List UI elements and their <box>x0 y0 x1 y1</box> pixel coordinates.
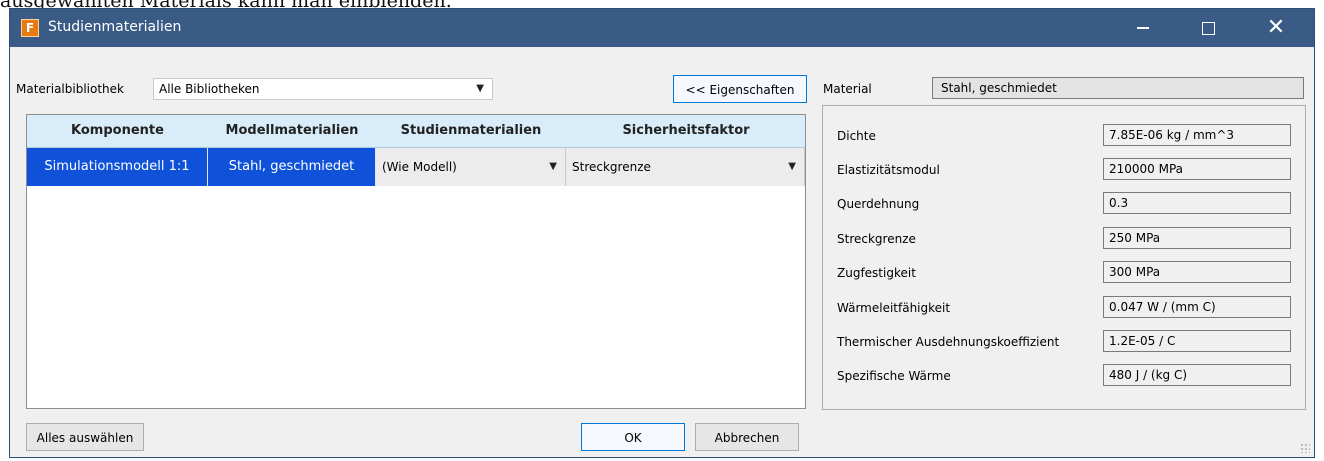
study-material-select[interactable]: (Wie Modell) ▼ <box>376 148 566 186</box>
property-value-yield-strength: 250 MPa <box>1103 227 1291 249</box>
close-icon: ✕ <box>1266 15 1286 40</box>
library-select[interactable]: Alle Bibliotheken ▼ <box>153 78 493 100</box>
column-header-component[interactable]: Komponente <box>27 115 208 147</box>
safety-factor-value: Streckgrenze <box>572 160 651 174</box>
window-title: Studienmaterialien <box>48 19 182 35</box>
material-label: Material <box>823 82 872 96</box>
maximize-icon <box>1201 21 1215 35</box>
properties-toggle-button[interactable]: << Eigenschaften <box>673 75 807 103</box>
material-name-field: Stahl, geschmiedet <box>932 77 1304 99</box>
maximize-button[interactable] <box>1178 9 1238 47</box>
property-value-specific-heat: 480 J / (kg C) <box>1103 364 1291 386</box>
property-label-thermal-expansion: Thermischer Ausdehnungskoeffizient <box>837 335 1060 349</box>
property-label-tensile-strength: Zugfestigkeit <box>837 266 916 280</box>
library-label: Materialbibliothek <box>16 82 124 96</box>
dialog-window: F Studienmaterialien ✕ Materialbibliothe… <box>9 8 1315 458</box>
property-value-thermal-expansion: 1.2E-05 / C <box>1103 330 1291 352</box>
cell-model-material[interactable]: Stahl, geschmiedet <box>208 148 376 186</box>
library-selected-value: Alle Bibliotheken <box>159 82 260 96</box>
cancel-button[interactable]: Abbrechen <box>695 423 799 451</box>
property-value-tensile-strength: 300 MPa <box>1103 261 1291 283</box>
resize-grip[interactable] <box>1300 443 1310 453</box>
table-row[interactable]: Simulationsmodell 1:1 Stahl, geschmiedet… <box>27 148 805 186</box>
title-bar[interactable]: F Studienmaterialien ✕ <box>10 9 1314 47</box>
property-label-poisson-ratio: Querdehnung <box>837 197 920 211</box>
property-value-poisson-ratio: 0.3 <box>1103 192 1291 214</box>
chevron-down-icon: ▼ <box>549 161 557 172</box>
property-label-specific-heat: Spezifische Wärme <box>837 369 951 383</box>
caption-text: ausgewählten Materials kann man einblend… <box>0 0 452 12</box>
column-header-safety-factor[interactable]: Sicherheitsfaktor <box>566 115 806 147</box>
property-label-density: Dichte <box>837 129 876 143</box>
minimize-icon <box>1137 27 1149 29</box>
property-value-elastic-modulus: 210000 MPa <box>1103 158 1291 180</box>
materials-table: Komponente Modellmaterialien Studienmate… <box>26 114 806 409</box>
property-value-density: 7.85E-06 kg / mm^3 <box>1103 124 1291 146</box>
column-header-study-materials[interactable]: Studienmaterialien <box>376 115 566 147</box>
ok-button[interactable]: OK <box>581 423 685 451</box>
chevron-down-icon: ▼ <box>476 83 484 94</box>
close-button[interactable]: ✕ <box>1246 9 1306 47</box>
properties-panel: Dichte 7.85E-06 kg / mm^3 Elastizitätsmo… <box>822 105 1306 410</box>
minimize-button[interactable] <box>1113 9 1173 47</box>
property-label-yield-strength: Streckgrenze <box>837 232 916 246</box>
table-header: Komponente Modellmaterialien Studienmate… <box>27 115 805 148</box>
cell-component[interactable]: Simulationsmodell 1:1 <box>27 148 208 186</box>
app-icon: F <box>21 19 39 37</box>
safety-factor-select[interactable]: Streckgrenze ▼ <box>566 148 805 186</box>
select-all-button[interactable]: Alles auswählen <box>26 423 144 451</box>
property-label-elastic-modulus: Elastizitätsmodul <box>837 163 940 177</box>
study-material-value: (Wie Modell) <box>382 160 457 174</box>
property-value-thermal-conductivity: 0.047 W / (mm C) <box>1103 296 1291 318</box>
property-label-thermal-conductivity: Wärmeleitfähigkeit <box>837 301 951 315</box>
chevron-down-icon: ▼ <box>788 161 796 172</box>
column-header-model-materials[interactable]: Modellmaterialien <box>208 115 376 147</box>
